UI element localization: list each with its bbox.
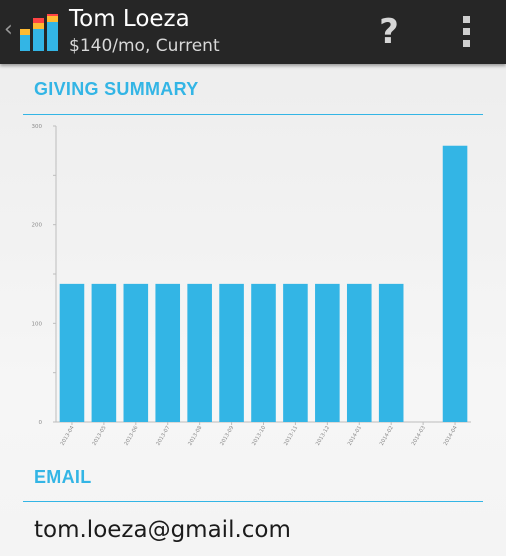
help-icon[interactable]: ? bbox=[372, 10, 406, 54]
x-tick-label: 2014-03 bbox=[411, 425, 427, 447]
y-tick-label: 200 bbox=[32, 223, 43, 229]
giving-summary-chart: 0 100 200 300 2013-04 2013-05 2013-06 2013-07 20… bbox=[32, 124, 471, 447]
email-value[interactable]: tom.loeza@gmail.com bbox=[34, 517, 291, 543]
email-header: EMAIL bbox=[34, 467, 92, 487]
giving-summary-divider bbox=[23, 114, 483, 115]
x-tick-label: 2014-02 bbox=[379, 425, 395, 447]
x-tick-label: 2013-05 bbox=[92, 425, 108, 447]
x-tick-label: 2013-09 bbox=[219, 425, 235, 447]
app-logo-icon[interactable] bbox=[19, 14, 59, 51]
x-tick-label: 2013-08 bbox=[187, 425, 203, 447]
bar bbox=[346, 283, 372, 422]
bar bbox=[378, 283, 404, 422]
donor-name-title: Tom Loeza bbox=[69, 6, 190, 32]
bar bbox=[123, 283, 149, 422]
x-tick-label: 2014-01 bbox=[347, 425, 363, 447]
action-bar: ‹ Tom Loeza $140/mo, Current ? bbox=[0, 0, 506, 64]
x-tick-label: 2013-12 bbox=[315, 425, 331, 447]
back-chevron-icon[interactable]: ‹ bbox=[4, 17, 13, 42]
bar bbox=[315, 283, 340, 422]
x-tick-label: 2013-07 bbox=[155, 425, 171, 447]
donor-status-subtitle: $140/mo, Current bbox=[69, 36, 220, 56]
y-tick-label: 100 bbox=[32, 321, 43, 327]
bar bbox=[219, 283, 244, 422]
bar bbox=[283, 283, 308, 422]
x-tick-label: 2013-11 bbox=[283, 425, 299, 447]
bar bbox=[187, 283, 212, 422]
y-tick-label: 300 bbox=[32, 124, 43, 130]
giving-summary-header: GIVING SUMMARY bbox=[34, 79, 199, 99]
y-tick-label: 0 bbox=[39, 420, 43, 426]
bar bbox=[155, 283, 181, 422]
overflow-menu-icon[interactable] bbox=[452, 13, 480, 49]
bar bbox=[59, 283, 85, 422]
x-tick-label: 2013-06 bbox=[123, 425, 139, 447]
x-tick-label: 2013-04 bbox=[60, 424, 76, 446]
x-tick-label: 2013-10 bbox=[251, 425, 267, 447]
bar bbox=[251, 283, 276, 422]
email-divider bbox=[23, 501, 483, 502]
bar bbox=[91, 283, 117, 422]
bar bbox=[442, 145, 468, 422]
x-tick-label: 2014-04 bbox=[443, 424, 459, 446]
